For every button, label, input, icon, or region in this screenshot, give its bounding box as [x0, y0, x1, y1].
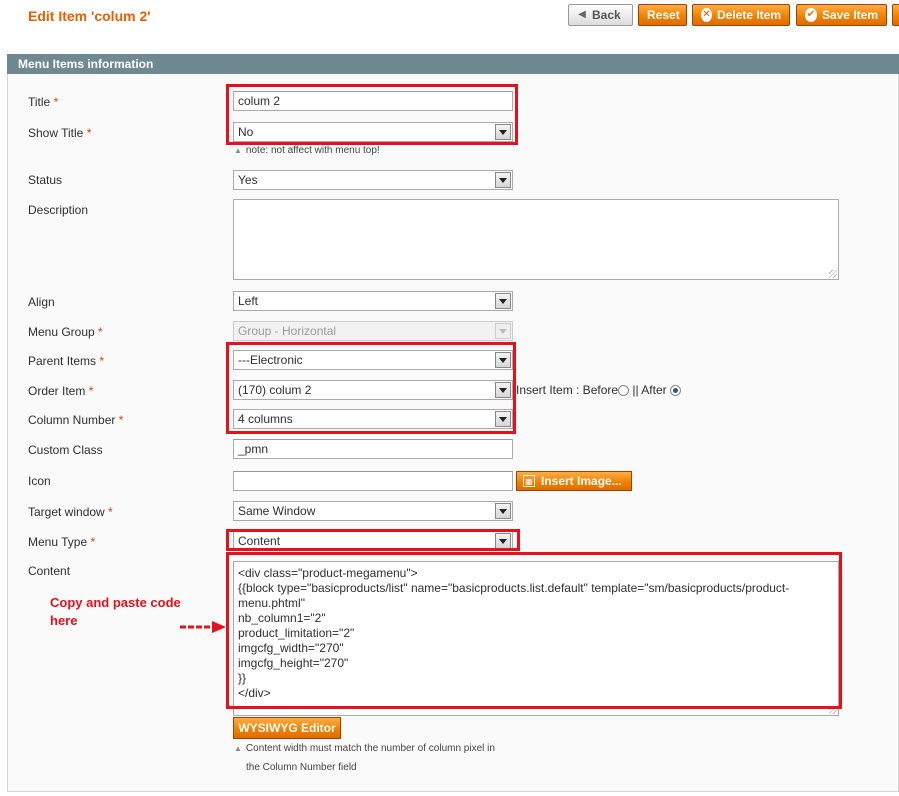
- menu-type-label: Menu Type *: [28, 535, 96, 549]
- insert-item-label: Insert Item : Before: [516, 383, 619, 397]
- description-textarea[interactable]: [233, 199, 839, 280]
- description-label: Description: [28, 203, 89, 217]
- content-note-line2: the Column Number field: [246, 762, 357, 773]
- reset-button[interactable]: Reset: [638, 4, 687, 26]
- save-label: Save Item: [821, 8, 878, 22]
- insert-item-separator: || After: [632, 383, 667, 397]
- triangle-up-icon: ▲: [234, 744, 242, 753]
- menu-type-value: Content: [238, 534, 281, 548]
- show-title-note: ▲ note: not affect with menu top!: [234, 145, 380, 156]
- content-line: imgcfg_height="270": [238, 656, 349, 670]
- show-title-value: No: [238, 125, 254, 139]
- delete-icon: ✕: [701, 8, 712, 22]
- chevron-down-icon: [495, 172, 511, 188]
- content-line: }}: [238, 671, 247, 685]
- save-item-button[interactable]: ✔ Save Item: [796, 4, 887, 26]
- target-window-value: Same Window: [238, 504, 316, 518]
- content-label: Content: [28, 564, 71, 578]
- content-line: menu.phtml": [238, 596, 305, 610]
- menu-group-label: Menu Group *: [28, 325, 103, 339]
- delete-item-button[interactable]: ✕ Delete Item: [692, 4, 790, 26]
- order-item-label: Order Item *: [28, 384, 94, 398]
- content-line: <div class="product-megamenu">: [238, 566, 418, 580]
- wysiwyg-editor-button[interactable]: WYSIWYG Editor: [233, 717, 341, 739]
- icon-label: Icon: [28, 474, 51, 488]
- align-label: Align: [28, 295, 55, 309]
- title-input[interactable]: colum 2: [233, 91, 513, 111]
- chevron-down-icon: [495, 533, 511, 549]
- order-item-value: (170) colum 2: [238, 383, 312, 397]
- chevron-down-icon: [495, 352, 511, 368]
- chevron-down-icon: [495, 323, 511, 339]
- image-icon: ▦: [523, 475, 535, 487]
- content-textarea[interactable]: <div class="product-megamenu"> {{block t…: [233, 561, 839, 716]
- column-number-select[interactable]: 4 columns: [233, 409, 513, 429]
- delete-label: Delete Item: [716, 8, 781, 22]
- reset-label: Reset: [647, 8, 680, 22]
- target-window-select[interactable]: Same Window: [233, 501, 513, 521]
- title-label: Title *: [28, 95, 59, 109]
- custom-class-label: Custom Class: [28, 443, 103, 457]
- back-label: Back: [592, 8, 621, 22]
- arrow-left-icon: ◀: [578, 9, 586, 20]
- insert-item-options: Insert Item : Before || After: [516, 383, 681, 397]
- show-title-select[interactable]: No: [233, 122, 513, 142]
- icon-input[interactable]: [233, 471, 513, 491]
- annotation-line: here: [50, 613, 78, 628]
- content-line: product_limitation="2": [238, 626, 355, 640]
- resize-handle-icon[interactable]: [829, 706, 837, 714]
- back-button[interactable]: ◀ Back: [568, 4, 633, 26]
- target-window-label: Target window *: [28, 505, 113, 519]
- custom-class-input[interactable]: _pmn: [233, 439, 513, 459]
- chevron-down-icon: [495, 382, 511, 398]
- arrow-right-icon: [180, 621, 226, 633]
- resize-handle-icon[interactable]: [829, 270, 837, 278]
- align-value: Left: [238, 294, 259, 308]
- chevron-down-icon: [495, 411, 511, 427]
- menu-group-select: Group - Horizontal: [233, 321, 513, 341]
- section-header: Menu Items information: [7, 54, 899, 74]
- parent-items-select[interactable]: ---Electronic: [233, 350, 513, 370]
- menu-group-value: Group - Horizontal: [238, 324, 337, 338]
- insert-image-label: Insert Image...: [541, 474, 622, 488]
- more-button[interactable]: [892, 4, 899, 26]
- triangle-up-icon: ▲: [234, 146, 242, 155]
- status-label: Status: [28, 173, 63, 187]
- align-select[interactable]: Left: [233, 291, 513, 311]
- content-line: </div>: [238, 686, 271, 700]
- content-line: nb_column1="2": [238, 611, 326, 625]
- column-number-value: 4 columns: [238, 412, 293, 426]
- content-note: ▲ Content width must match the number of …: [234, 743, 495, 754]
- status-value: Yes: [238, 173, 258, 187]
- show-title-label: Show Title *: [28, 126, 92, 140]
- insert-image-button[interactable]: ▦ Insert Image...: [516, 471, 632, 491]
- check-icon: ✔: [805, 8, 817, 22]
- chevron-down-icon: [495, 293, 511, 309]
- chevron-down-icon: [495, 124, 511, 140]
- annotation-line: Copy and paste code: [50, 595, 181, 610]
- content-line: imgcfg_width="270": [238, 641, 344, 655]
- after-radio[interactable]: [669, 385, 681, 397]
- annotation-text: Copy and paste code here: [50, 594, 181, 630]
- order-item-select[interactable]: (170) colum 2: [233, 380, 513, 400]
- status-select[interactable]: Yes: [233, 170, 513, 190]
- page-title: Edit Item 'colum 2': [28, 8, 151, 24]
- before-radio[interactable]: [618, 385, 630, 397]
- chevron-down-icon: [495, 503, 511, 519]
- parent-items-label: Parent Items *: [28, 354, 105, 368]
- menu-type-select[interactable]: Content: [233, 531, 513, 551]
- column-number-label: Column Number *: [28, 413, 124, 427]
- content-line: {{block type="basicproducts/list" name="…: [238, 581, 790, 595]
- parent-items-value: ---Electronic: [238, 353, 303, 367]
